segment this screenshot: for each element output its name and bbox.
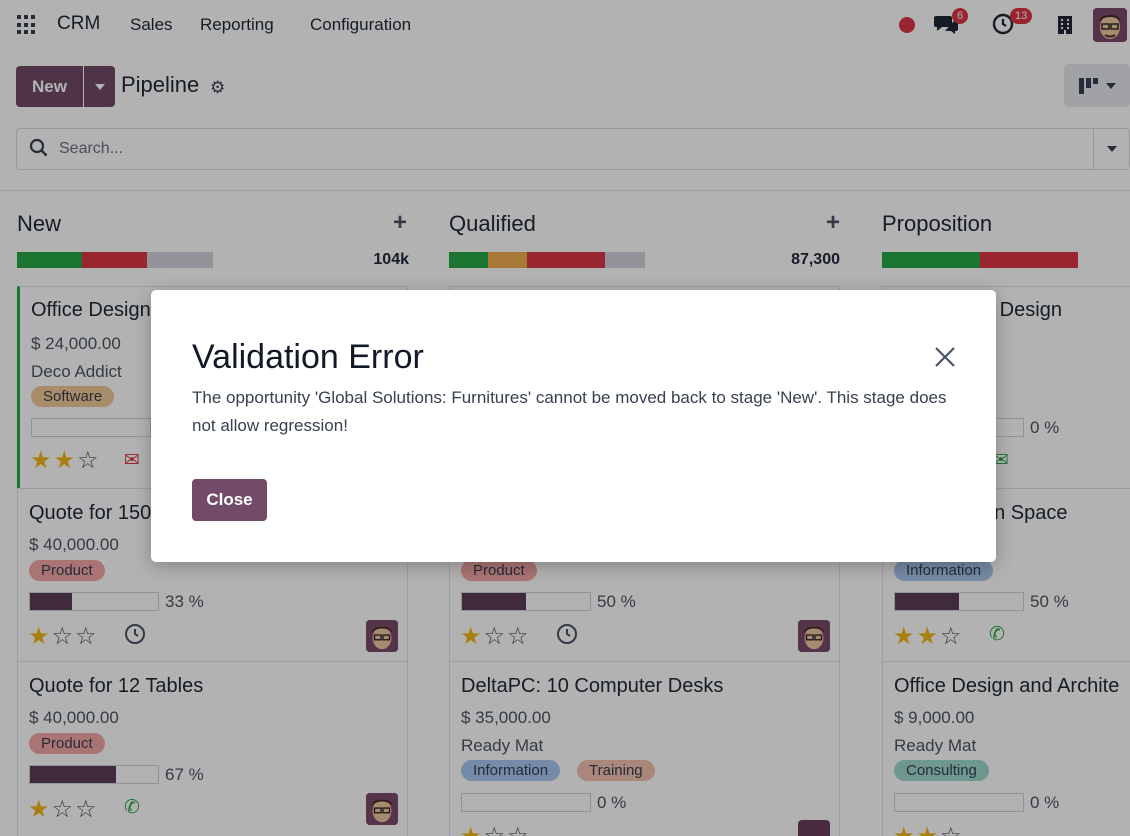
- validation-error-dialog: Validation Error The opportunity 'Global…: [151, 290, 996, 562]
- dialog-title: Validation Error: [192, 338, 424, 376]
- dialog-message: The opportunity 'Global Solutions: Furni…: [192, 388, 947, 435]
- close-button[interactable]: Close: [192, 479, 267, 521]
- close-icon[interactable]: [933, 345, 957, 369]
